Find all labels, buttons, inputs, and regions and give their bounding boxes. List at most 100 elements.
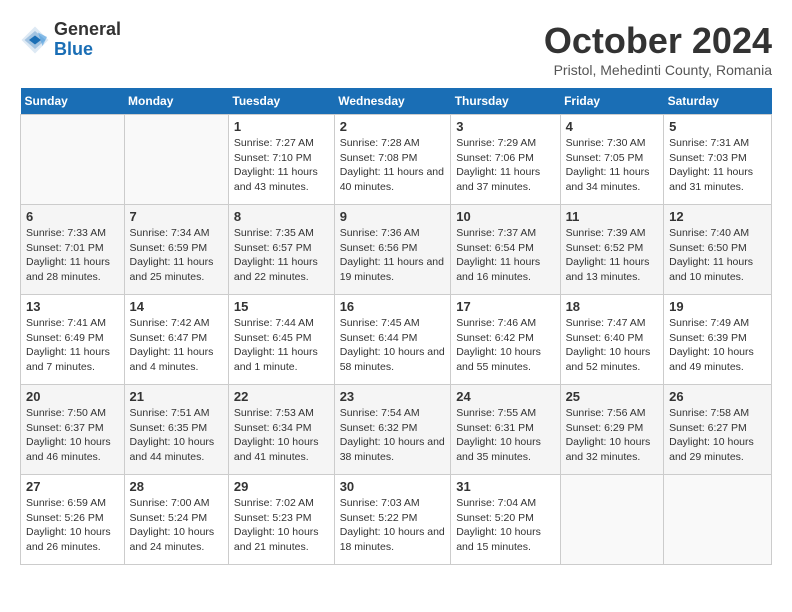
calendar-cell: 13 Sunrise: 7:41 AMSunset: 6:49 PMDaylig… (21, 295, 125, 385)
logo: General Blue (20, 20, 121, 60)
calendar-cell: 30 Sunrise: 7:03 AMSunset: 5:22 PMDaylig… (334, 475, 451, 565)
calendar-cell: 21 Sunrise: 7:51 AMSunset: 6:35 PMDaylig… (124, 385, 228, 475)
calendar-cell: 6 Sunrise: 7:33 AMSunset: 7:01 PMDayligh… (21, 205, 125, 295)
day-info: Sunrise: 7:47 AMSunset: 6:40 PMDaylight:… (566, 316, 659, 375)
calendar-cell: 16 Sunrise: 7:45 AMSunset: 6:44 PMDaylig… (334, 295, 451, 385)
calendar-cell: 10 Sunrise: 7:37 AMSunset: 6:54 PMDaylig… (451, 205, 560, 295)
day-number: 24 (456, 389, 554, 404)
calendar-cell: 20 Sunrise: 7:50 AMSunset: 6:37 PMDaylig… (21, 385, 125, 475)
calendar-cell: 5 Sunrise: 7:31 AMSunset: 7:03 PMDayligh… (664, 115, 772, 205)
logo-general: General (54, 20, 121, 40)
day-number: 12 (669, 209, 766, 224)
calendar-cell (664, 475, 772, 565)
week-row-3: 13 Sunrise: 7:41 AMSunset: 6:49 PMDaylig… (21, 295, 772, 385)
header-sunday: Sunday (21, 88, 125, 115)
day-number: 19 (669, 299, 766, 314)
calendar-cell: 28 Sunrise: 7:00 AMSunset: 5:24 PMDaylig… (124, 475, 228, 565)
day-number: 21 (130, 389, 223, 404)
day-info: Sunrise: 7:02 AMSunset: 5:23 PMDaylight:… (234, 496, 329, 555)
day-info: Sunrise: 7:34 AMSunset: 6:59 PMDaylight:… (130, 226, 223, 285)
day-number: 28 (130, 479, 223, 494)
day-info: Sunrise: 7:31 AMSunset: 7:03 PMDaylight:… (669, 136, 766, 195)
day-info: Sunrise: 7:03 AMSunset: 5:22 PMDaylight:… (340, 496, 446, 555)
header-friday: Friday (560, 88, 664, 115)
day-info: Sunrise: 7:30 AMSunset: 7:05 PMDaylight:… (566, 136, 659, 195)
day-number: 20 (26, 389, 119, 404)
calendar-cell: 29 Sunrise: 7:02 AMSunset: 5:23 PMDaylig… (228, 475, 334, 565)
day-info: Sunrise: 7:41 AMSunset: 6:49 PMDaylight:… (26, 316, 119, 375)
day-number: 27 (26, 479, 119, 494)
day-info: Sunrise: 6:59 AMSunset: 5:26 PMDaylight:… (26, 496, 119, 555)
day-info: Sunrise: 7:00 AMSunset: 5:24 PMDaylight:… (130, 496, 223, 555)
day-info: Sunrise: 7:53 AMSunset: 6:34 PMDaylight:… (234, 406, 329, 465)
day-number: 13 (26, 299, 119, 314)
day-info: Sunrise: 7:42 AMSunset: 6:47 PMDaylight:… (130, 316, 223, 375)
calendar-cell: 23 Sunrise: 7:54 AMSunset: 6:32 PMDaylig… (334, 385, 451, 475)
day-number: 30 (340, 479, 446, 494)
calendar-cell: 15 Sunrise: 7:44 AMSunset: 6:45 PMDaylig… (228, 295, 334, 385)
day-number: 22 (234, 389, 329, 404)
calendar-cell: 12 Sunrise: 7:40 AMSunset: 6:50 PMDaylig… (664, 205, 772, 295)
day-number: 31 (456, 479, 554, 494)
day-number: 1 (234, 119, 329, 134)
day-info: Sunrise: 7:04 AMSunset: 5:20 PMDaylight:… (456, 496, 554, 555)
calendar-cell: 14 Sunrise: 7:42 AMSunset: 6:47 PMDaylig… (124, 295, 228, 385)
day-info: Sunrise: 7:36 AMSunset: 6:56 PMDaylight:… (340, 226, 446, 285)
day-number: 25 (566, 389, 659, 404)
day-info: Sunrise: 7:45 AMSunset: 6:44 PMDaylight:… (340, 316, 446, 375)
calendar-cell (560, 475, 664, 565)
week-row-5: 27 Sunrise: 6:59 AMSunset: 5:26 PMDaylig… (21, 475, 772, 565)
calendar-cell: 11 Sunrise: 7:39 AMSunset: 6:52 PMDaylig… (560, 205, 664, 295)
logo-blue: Blue (54, 40, 121, 60)
header-monday: Monday (124, 88, 228, 115)
title-section: October 2024 Pristol, Mehedinti County, … (544, 20, 772, 78)
header-row: Sunday Monday Tuesday Wednesday Thursday… (21, 88, 772, 115)
calendar-cell: 22 Sunrise: 7:53 AMSunset: 6:34 PMDaylig… (228, 385, 334, 475)
day-number: 8 (234, 209, 329, 224)
day-info: Sunrise: 7:29 AMSunset: 7:06 PMDaylight:… (456, 136, 554, 195)
day-number: 17 (456, 299, 554, 314)
week-row-1: 1 Sunrise: 7:27 AMSunset: 7:10 PMDayligh… (21, 115, 772, 205)
day-info: Sunrise: 7:51 AMSunset: 6:35 PMDaylight:… (130, 406, 223, 465)
day-number: 5 (669, 119, 766, 134)
day-number: 26 (669, 389, 766, 404)
location: Pristol, Mehedinti County, Romania (544, 62, 772, 78)
header-wednesday: Wednesday (334, 88, 451, 115)
week-row-4: 20 Sunrise: 7:50 AMSunset: 6:37 PMDaylig… (21, 385, 772, 475)
day-info: Sunrise: 7:44 AMSunset: 6:45 PMDaylight:… (234, 316, 329, 375)
day-number: 9 (340, 209, 446, 224)
day-info: Sunrise: 7:49 AMSunset: 6:39 PMDaylight:… (669, 316, 766, 375)
calendar-cell: 4 Sunrise: 7:30 AMSunset: 7:05 PMDayligh… (560, 115, 664, 205)
header-saturday: Saturday (664, 88, 772, 115)
day-info: Sunrise: 7:50 AMSunset: 6:37 PMDaylight:… (26, 406, 119, 465)
calendar-cell: 26 Sunrise: 7:58 AMSunset: 6:27 PMDaylig… (664, 385, 772, 475)
calendar-cell: 27 Sunrise: 6:59 AMSunset: 5:26 PMDaylig… (21, 475, 125, 565)
day-info: Sunrise: 7:46 AMSunset: 6:42 PMDaylight:… (456, 316, 554, 375)
calendar-cell: 9 Sunrise: 7:36 AMSunset: 6:56 PMDayligh… (334, 205, 451, 295)
calendar-header: Sunday Monday Tuesday Wednesday Thursday… (21, 88, 772, 115)
day-number: 23 (340, 389, 446, 404)
day-info: Sunrise: 7:28 AMSunset: 7:08 PMDaylight:… (340, 136, 446, 195)
day-info: Sunrise: 7:56 AMSunset: 6:29 PMDaylight:… (566, 406, 659, 465)
calendar-table: Sunday Monday Tuesday Wednesday Thursday… (20, 88, 772, 565)
header-thursday: Thursday (451, 88, 560, 115)
calendar-cell: 7 Sunrise: 7:34 AMSunset: 6:59 PMDayligh… (124, 205, 228, 295)
day-info: Sunrise: 7:39 AMSunset: 6:52 PMDaylight:… (566, 226, 659, 285)
day-number: 11 (566, 209, 659, 224)
day-number: 2 (340, 119, 446, 134)
day-info: Sunrise: 7:54 AMSunset: 6:32 PMDaylight:… (340, 406, 446, 465)
calendar-cell (124, 115, 228, 205)
calendar-body: 1 Sunrise: 7:27 AMSunset: 7:10 PMDayligh… (21, 115, 772, 565)
calendar-cell: 8 Sunrise: 7:35 AMSunset: 6:57 PMDayligh… (228, 205, 334, 295)
day-number: 15 (234, 299, 329, 314)
day-number: 6 (26, 209, 119, 224)
logo-text: General Blue (54, 20, 121, 60)
calendar-cell: 17 Sunrise: 7:46 AMSunset: 6:42 PMDaylig… (451, 295, 560, 385)
month-title: October 2024 (544, 20, 772, 62)
day-number: 4 (566, 119, 659, 134)
day-number: 7 (130, 209, 223, 224)
day-info: Sunrise: 7:40 AMSunset: 6:50 PMDaylight:… (669, 226, 766, 285)
calendar-cell: 18 Sunrise: 7:47 AMSunset: 6:40 PMDaylig… (560, 295, 664, 385)
page-header: General Blue October 2024 Pristol, Mehed… (20, 20, 772, 78)
day-number: 3 (456, 119, 554, 134)
